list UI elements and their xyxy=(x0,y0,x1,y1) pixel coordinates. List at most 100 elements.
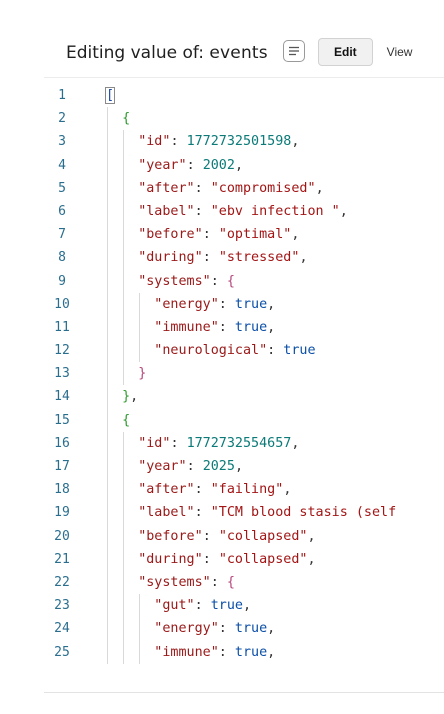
page-title: Editing value of: events xyxy=(66,43,268,63)
code-text: { xyxy=(122,409,130,432)
indent-guide xyxy=(107,594,108,618)
indent-guide xyxy=(123,594,125,618)
token-punc: : xyxy=(218,644,235,660)
line-number: 19 xyxy=(54,505,70,521)
indent-guide xyxy=(123,431,125,455)
code-line: 23 "gut": true, xyxy=(44,594,444,618)
code-text: "year": 2002, xyxy=(138,154,243,177)
editor-bottom-border xyxy=(44,692,444,694)
code-line: 16 "id": 1772732554657, xyxy=(44,431,444,455)
indent-guide xyxy=(139,339,141,363)
code-line: 6 "label": "ebv infection ", xyxy=(44,199,444,224)
token-punc: : xyxy=(194,203,211,219)
token-brace2: } xyxy=(138,366,147,382)
indent-guide xyxy=(123,478,125,502)
line-number: 16 xyxy=(54,435,70,451)
code-text: "systems": { xyxy=(138,571,235,594)
indent-guide xyxy=(123,501,125,525)
token-bracket-box: [ xyxy=(104,87,116,104)
code-line: 21 "during": "collapsed", xyxy=(44,547,444,571)
token-key: "gut" xyxy=(154,598,195,614)
line-number: 11 xyxy=(54,319,70,335)
token-punc: , xyxy=(283,482,292,498)
line-number: 3 xyxy=(58,134,66,150)
code-text: "label": "ebv infection ", xyxy=(138,200,348,223)
line-number: 5 xyxy=(58,180,66,196)
code-line: 12 "neurological": true xyxy=(44,339,444,363)
token-punc: , xyxy=(291,227,300,243)
code-text: "year": 2025, xyxy=(138,455,243,478)
token-key: "energy" xyxy=(154,296,219,312)
indent-guide xyxy=(107,176,108,200)
code-text: }, xyxy=(122,385,138,408)
line-number: 7 xyxy=(58,227,66,243)
code-editor[interactable]: 1[2{3 "id": 1772732501598, 4 "year": 2002, 5… xyxy=(44,84,444,692)
code-text: "energy": true, xyxy=(154,293,275,316)
code-line: 3 "id": 1772732501598, xyxy=(44,130,444,154)
indent-guide xyxy=(123,246,125,270)
tab-view[interactable]: View xyxy=(373,38,428,66)
line-number: 17 xyxy=(54,459,70,474)
indent-guide xyxy=(107,524,108,548)
token-punc: : xyxy=(186,157,203,173)
token-punc: , xyxy=(291,134,300,150)
indent-guide xyxy=(123,524,125,548)
indent-guide xyxy=(107,246,108,270)
code-text: "before": "collapsed", xyxy=(138,525,315,548)
line-number: 1 xyxy=(58,88,66,103)
token-punc: : xyxy=(202,227,219,243)
indent-guide xyxy=(123,617,125,641)
code-text: "label": "TCM blood stasis (self xyxy=(138,501,396,524)
token-key: "label" xyxy=(138,203,195,219)
token-key: "neurological" xyxy=(154,343,268,359)
token-key: "energy" xyxy=(154,621,219,637)
token-num: 2025 xyxy=(202,459,235,474)
token-str: "stressed" xyxy=(218,250,300,266)
indent-guide xyxy=(107,153,108,177)
token-key: "year" xyxy=(138,157,187,173)
indent-guide xyxy=(107,640,108,664)
token-punc: : xyxy=(170,134,187,150)
indent-guide xyxy=(139,640,141,664)
code-line: 9 "systems": { xyxy=(44,269,444,293)
line-number: 8 xyxy=(58,250,66,266)
token-punc: : xyxy=(194,180,211,196)
code-text: } xyxy=(138,362,146,385)
indent-guide xyxy=(107,362,108,386)
line-number: 21 xyxy=(54,551,70,567)
token-punc: : xyxy=(170,435,187,451)
indent-guide xyxy=(123,176,125,200)
indent-guide xyxy=(107,455,108,479)
line-number: 22 xyxy=(54,574,70,590)
token-key: "id" xyxy=(138,134,171,150)
token-punc: , xyxy=(234,459,243,474)
token-num: 1772732554657 xyxy=(186,435,292,451)
indent-guide xyxy=(107,478,108,502)
code-line: 20 "before": "collapsed", xyxy=(44,524,444,548)
format-menu-button[interactable] xyxy=(283,40,305,62)
mode-toggle: Edit View xyxy=(318,37,427,67)
token-num: 1772732501598 xyxy=(186,134,292,150)
token-key: "immune" xyxy=(154,319,219,335)
token-punc: : xyxy=(194,482,211,498)
code-text: "id": 1772732501598, xyxy=(138,130,299,153)
token-punc: , xyxy=(307,551,316,567)
token-punc: : xyxy=(202,551,219,567)
token-bool: true xyxy=(234,296,268,312)
lines-icon xyxy=(289,46,299,56)
code-line: 10 "energy": true, xyxy=(44,292,444,316)
tab-edit[interactable]: Edit xyxy=(318,38,373,66)
token-str: "failing" xyxy=(210,482,284,498)
token-key: "id" xyxy=(138,435,171,451)
token-key: "systems" xyxy=(138,574,211,590)
line-number: 2 xyxy=(58,111,66,127)
token-punc: , xyxy=(291,435,300,451)
code-line: 14}, xyxy=(44,385,444,409)
indent-guide xyxy=(107,269,108,293)
line-number: 20 xyxy=(54,528,70,544)
code-line: 13} xyxy=(44,362,444,386)
indent-guide xyxy=(123,269,125,293)
code-line: 8 "during": "stressed", xyxy=(44,246,444,270)
code-text: "before": "optimal", xyxy=(138,223,299,246)
indent-guide xyxy=(139,617,141,641)
